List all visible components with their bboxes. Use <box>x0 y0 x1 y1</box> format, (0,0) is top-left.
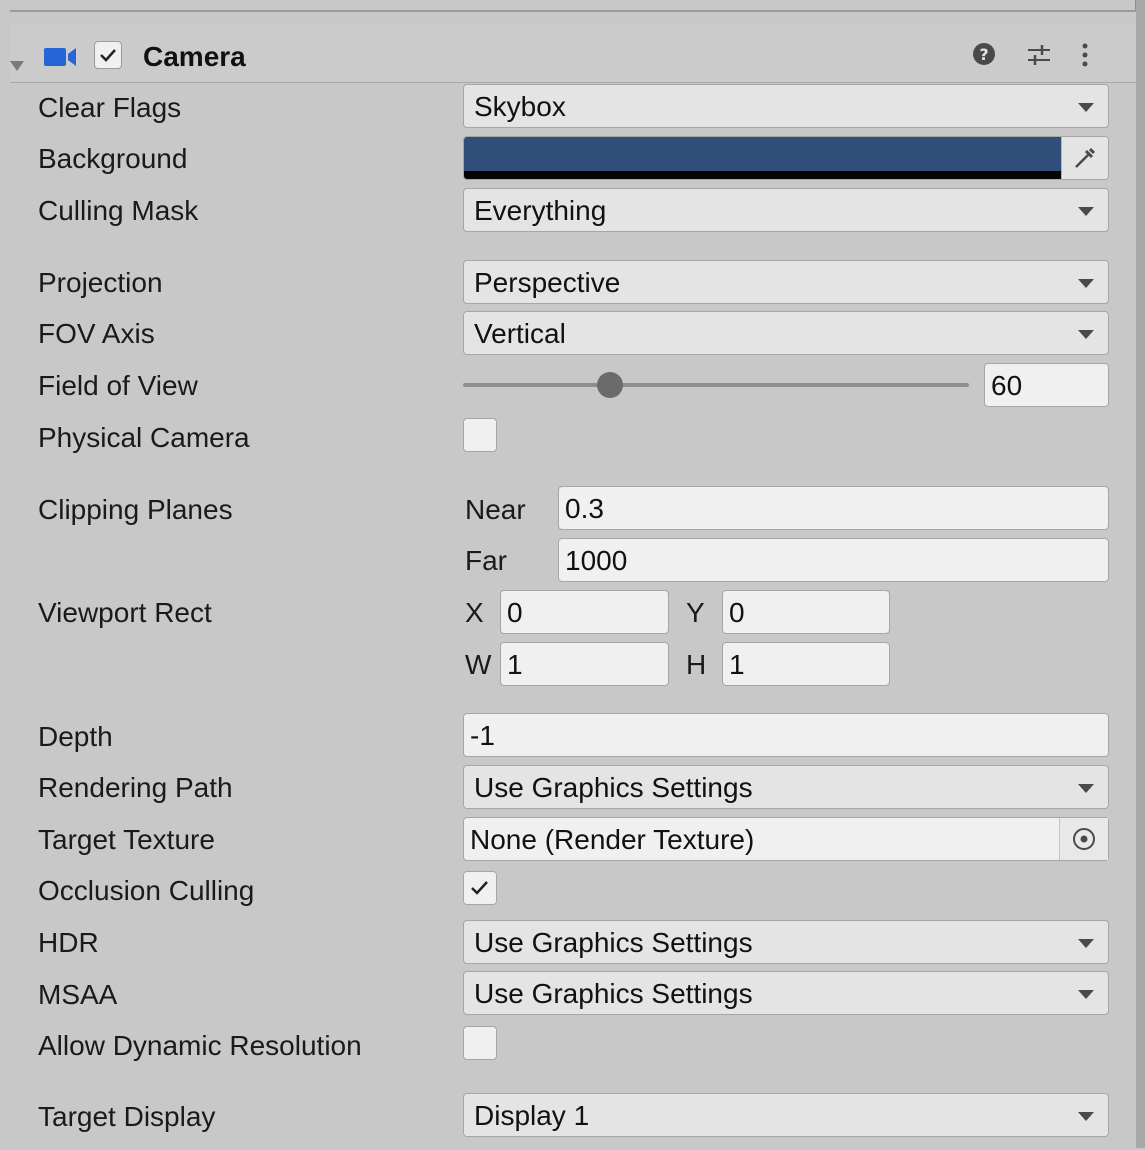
target-display-label: Target Display <box>38 1101 216 1132</box>
camera-icon <box>44 48 76 66</box>
component-title: Camera <box>143 41 246 72</box>
viewport-h-label: H <box>686 649 707 680</box>
hdr-label: HDR <box>38 927 99 958</box>
viewport-y-input[interactable]: 0 <box>722 590 890 634</box>
msaa-dropdown[interactable]: Use Graphics Settings <box>463 971 1109 1015</box>
viewport-rect-label: Viewport Rect <box>38 597 212 628</box>
viewport-w-value: 1 <box>507 649 523 680</box>
clipping-planes-label: Clipping Planes <box>38 494 233 525</box>
chevron-down-icon <box>1078 330 1094 339</box>
eyedropper-button[interactable] <box>1061 137 1108 179</box>
occlusion-culling-checkbox[interactable] <box>463 871 497 905</box>
rendering-path-value: Use Graphics Settings <box>474 772 753 803</box>
component-enabled-checkbox[interactable] <box>94 41 122 69</box>
clear-flags-dropdown[interactable]: Skybox <box>463 84 1109 128</box>
culling-mask-value: Everything <box>474 195 607 226</box>
msaa-label: MSAA <box>38 979 118 1010</box>
scrollbar[interactable] <box>1135 0 1145 1148</box>
alpha-bar <box>464 171 1062 179</box>
rendering-path-label: Rendering Path <box>38 772 233 803</box>
culling-mask-label: Culling Mask <box>38 195 199 226</box>
viewport-y-label: Y <box>686 597 705 628</box>
viewport-w-input[interactable]: 1 <box>500 642 669 686</box>
component-header[interactable]: Camera ? <box>10 24 1136 83</box>
fov-value-input[interactable]: 60 <box>984 363 1109 407</box>
eyedropper-icon <box>1075 147 1096 168</box>
allow-dynamic-resolution-label: Allow Dynamic Resolution <box>38 1030 362 1061</box>
far-value: 1000 <box>565 545 628 576</box>
physical-camera-label: Physical Camera <box>38 422 250 453</box>
target-texture-field[interactable]: None (Render Texture) <box>463 817 1109 861</box>
field-of-view-label: Field of View <box>38 370 198 401</box>
fov-slider-handle[interactable] <box>596 372 623 398</box>
physical-camera-checkbox[interactable] <box>463 418 497 452</box>
target-texture-label: Target Texture <box>38 824 215 855</box>
fov-axis-value: Vertical <box>474 318 566 349</box>
viewport-x-value: 0 <box>507 597 523 628</box>
help-icon[interactable]: ? <box>972 42 996 66</box>
foldout-arrow-icon[interactable] <box>10 61 24 71</box>
background-color-swatch[interactable] <box>464 137 1062 171</box>
fov-axis-label: FOV Axis <box>38 318 155 349</box>
msaa-value: Use Graphics Settings <box>474 978 753 1009</box>
clear-flags-label: Clear Flags <box>38 92 182 123</box>
far-label: Far <box>465 545 507 576</box>
chevron-down-icon <box>1078 990 1094 999</box>
background-label: Background <box>38 143 188 174</box>
target-display-dropdown[interactable]: Display 1 <box>463 1093 1109 1137</box>
viewport-x-label: X <box>465 597 484 628</box>
near-value: 0.3 <box>565 493 604 524</box>
target-display-value: Display 1 <box>474 1100 590 1131</box>
checkmark-icon <box>471 881 488 895</box>
background-color-field[interactable] <box>463 136 1109 180</box>
culling-mask-dropdown[interactable]: Everything <box>463 188 1109 232</box>
projection-dropdown[interactable]: Perspective <box>463 260 1109 304</box>
checkmark-icon <box>100 49 116 62</box>
chevron-down-icon <box>1078 784 1094 793</box>
target-texture-value: None (Render Texture) <box>470 824 755 855</box>
clear-flags-value: Skybox <box>474 91 566 122</box>
object-picker-button[interactable] <box>1059 818 1108 860</box>
rendering-path-dropdown[interactable]: Use Graphics Settings <box>463 765 1109 809</box>
depth-value: -1 <box>470 720 495 751</box>
viewport-w-label: W <box>465 649 492 680</box>
chevron-down-icon <box>1078 103 1094 112</box>
chevron-down-icon <box>1078 279 1094 288</box>
hdr-dropdown[interactable]: Use Graphics Settings <box>463 920 1109 964</box>
allow-dynamic-resolution-checkbox[interactable] <box>463 1026 497 1060</box>
hdr-value: Use Graphics Settings <box>474 927 753 958</box>
viewport-h-value: 1 <box>729 649 745 680</box>
fov-slider-track[interactable] <box>463 383 969 387</box>
viewport-h-input[interactable]: 1 <box>722 642 890 686</box>
chevron-down-icon <box>1078 939 1094 948</box>
viewport-y-value: 0 <box>729 597 745 628</box>
left-gutter <box>0 0 10 1148</box>
svg-text:?: ? <box>979 45 988 64</box>
far-input[interactable]: 1000 <box>558 538 1109 582</box>
chevron-down-icon <box>1078 1112 1094 1121</box>
near-label: Near <box>465 494 526 525</box>
fov-axis-dropdown[interactable]: Vertical <box>463 311 1109 355</box>
presets-icon[interactable] <box>1026 42 1052 68</box>
depth-input[interactable]: -1 <box>463 713 1109 757</box>
occlusion-culling-label: Occlusion Culling <box>38 875 255 906</box>
chevron-down-icon <box>1078 207 1094 216</box>
object-picker-icon <box>1073 828 1095 850</box>
viewport-x-input[interactable]: 0 <box>500 590 669 634</box>
depth-label: Depth <box>38 721 113 752</box>
projection-label: Projection <box>38 267 163 298</box>
fov-value: 60 <box>991 370 1023 401</box>
projection-value: Perspective <box>474 267 621 298</box>
near-input[interactable]: 0.3 <box>558 486 1109 530</box>
kebab-menu-icon[interactable] <box>1078 42 1092 68</box>
camera-component-panel: Camera ? Clear Flags Skybox Background C… <box>10 10 1136 1150</box>
